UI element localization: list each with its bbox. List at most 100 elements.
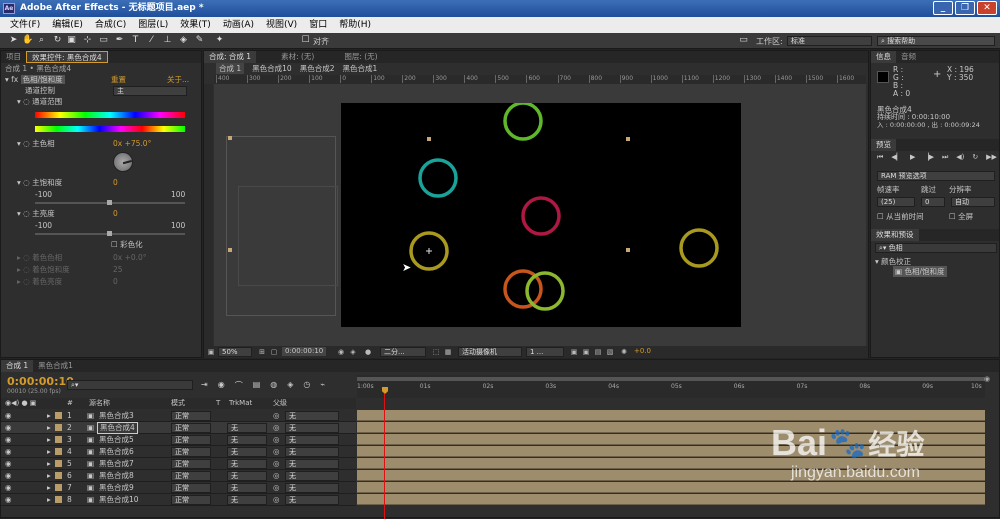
roi-icon[interactable]: ⬚ xyxy=(432,348,440,356)
expand-arrow-icon[interactable]: ▸ xyxy=(47,446,51,458)
mode-select[interactable]: 正常 xyxy=(171,495,211,505)
layer-name[interactable]: 黑色合成8 xyxy=(99,470,134,482)
from-current-checkbox[interactable]: ☐ 从当前时间 xyxy=(877,211,924,222)
tab-layer[interactable]: 图层: (无) xyxy=(339,51,382,63)
layer-row[interactable]: ◉ ▸ 5 ▣ 黑色合成7 正常 无 ◎ 无 xyxy=(1,458,356,470)
ring-lime[interactable] xyxy=(525,271,565,311)
fps-select[interactable]: (25) xyxy=(877,197,915,207)
tab-effect-controls[interactable]: 效果控件: 黑色合成4 xyxy=(26,51,108,63)
hue-dial[interactable] xyxy=(113,152,133,172)
mask-tool-icon[interactable]: ▭ xyxy=(98,35,109,46)
layer-row[interactable]: ◉ ▸ 8 ▣ 黑色合成10 正常 无 ◎ 无 xyxy=(1,494,356,506)
grid-icon[interactable]: ⊞ xyxy=(258,348,266,356)
pan-behind-tool-icon[interactable]: ⊹ xyxy=(82,35,93,46)
crumb-4[interactable]: 黑色合成1 xyxy=(342,63,377,74)
eye-icon[interactable]: ◉ xyxy=(5,494,12,506)
last-frame-icon[interactable]: ⏭ xyxy=(942,153,948,163)
snap-checkbox[interactable]: ☐ xyxy=(300,35,311,46)
timeline-timecode[interactable]: 0:00:00:10 xyxy=(7,375,74,388)
selection-tool-icon[interactable]: ➤ xyxy=(8,35,19,46)
sat-slider[interactable] xyxy=(35,200,185,205)
mode-select[interactable]: 正常 xyxy=(171,471,211,481)
eye-icon[interactable]: ◉ xyxy=(5,470,12,482)
parent-select[interactable]: 无 xyxy=(285,435,339,445)
master-hue-value[interactable]: 0x +75.0° xyxy=(113,138,151,149)
layer-row[interactable]: ◉ ▸ 6 ▣ 黑色合成8 正常 无 ◎ 无 xyxy=(1,470,356,482)
ring-teal[interactable] xyxy=(418,158,458,198)
layer-handle[interactable] xyxy=(228,136,232,140)
mode-select[interactable]: 正常 xyxy=(171,459,211,469)
puppet-tool-icon[interactable]: ✦ xyxy=(214,35,225,46)
light-slider[interactable] xyxy=(35,231,185,236)
menu-edit[interactable]: 编辑(E) xyxy=(46,17,89,33)
expand-arrow-icon[interactable]: ▸ xyxy=(47,410,51,422)
mode-select[interactable]: 正常 xyxy=(171,411,211,421)
pickwhip-icon[interactable]: ◎ xyxy=(273,470,280,482)
eye-icon[interactable]: ◉ xyxy=(5,458,12,470)
effects-search-input[interactable]: ⌕▾ 色相 xyxy=(875,243,997,253)
exposure-value[interactable]: +0.0 xyxy=(634,347,651,355)
master-sat-value[interactable]: 0 xyxy=(113,177,118,188)
trkmat-select[interactable]: 无 xyxy=(227,459,267,469)
eye-icon[interactable]: ◉ xyxy=(5,434,12,446)
parent-select[interactable]: 无 xyxy=(285,495,339,505)
mode-select[interactable]: 正常 xyxy=(171,483,211,493)
expand-arrow-icon[interactable]: ▸ xyxy=(47,494,51,506)
parent-select[interactable]: 无 xyxy=(285,483,339,493)
tab-black-comp1-timeline[interactable]: 黑色合成1 xyxy=(33,360,78,372)
effect-name[interactable]: 色相/饱和度 xyxy=(20,75,65,84)
menu-animation[interactable]: 动画(A) xyxy=(217,17,260,33)
menu-view[interactable]: 视图(V) xyxy=(260,17,303,33)
ram-preview-icon[interactable]: ▶▶ xyxy=(986,153,997,163)
selection-handle[interactable] xyxy=(626,248,630,252)
pasteboard[interactable]: ➤ xyxy=(214,84,866,346)
flowchart-icon[interactable]: ▧ xyxy=(606,348,614,356)
tab-effects-presets[interactable]: 效果和预设 xyxy=(871,229,919,241)
layer-row[interactable]: ◉ ▸ 3 ▣ 黑色合成5 正常 无 ◎ 无 xyxy=(1,434,356,446)
layer-name[interactable]: 黑色合成9 xyxy=(99,482,134,494)
pickwhip-icon[interactable]: ◎ xyxy=(273,494,280,506)
layer-name[interactable]: 黑色合成7 xyxy=(99,458,134,470)
shy-icon[interactable]: ⌒ xyxy=(235,380,243,390)
time-ruler[interactable]: 1:00s 01s 02s 03s 04s 05s 06s 07s 08s 09s 10s xyxy=(357,375,985,398)
label-color[interactable] xyxy=(55,484,62,491)
tab-comp1-timeline[interactable]: 合成 1 xyxy=(1,360,34,372)
playhead-line[interactable] xyxy=(384,394,385,519)
rotate-tool-icon[interactable]: ↻ xyxy=(52,35,63,46)
layer-row[interactable]: ◉ ▸ 4 ▣ 黑色合成6 正常 无 ◎ 无 xyxy=(1,446,356,458)
pickwhip-icon[interactable]: ◎ xyxy=(273,458,280,470)
eye-icon[interactable]: ◉ xyxy=(5,410,12,422)
loop-icon[interactable]: ↻ xyxy=(972,153,978,163)
mode-select[interactable]: 正常 xyxy=(171,447,211,457)
safe-margins-icon[interactable]: ▢ xyxy=(270,348,278,356)
restore-button[interactable]: ❐ xyxy=(955,1,975,15)
parent-select[interactable]: 无 xyxy=(285,423,339,433)
menu-effect[interactable]: 效果(T) xyxy=(174,17,217,33)
snapshot-icon[interactable]: ◉ xyxy=(337,348,345,356)
expand-arrow-icon[interactable]: ▸ xyxy=(47,458,51,470)
ring-green[interactable] xyxy=(503,101,543,141)
first-frame-icon[interactable]: ⏮ xyxy=(877,153,883,163)
mute-icon[interactable]: ◀) xyxy=(956,153,964,163)
tab-preview[interactable]: 预览 xyxy=(871,139,896,151)
ring-red[interactable] xyxy=(521,196,561,236)
graph-editor-icon[interactable]: ⌁ xyxy=(320,380,325,390)
clone-tool-icon[interactable]: ⊥ xyxy=(162,35,173,46)
selection-handle[interactable] xyxy=(427,137,431,141)
eye-icon[interactable]: ◉ xyxy=(5,422,12,434)
expand-arrow-icon[interactable]: ▸ xyxy=(47,434,51,446)
brush-tool-icon[interactable]: ⁄ xyxy=(146,35,157,46)
effects-item[interactable]: ▣ 色相/饱和度 xyxy=(893,266,947,277)
tab-audio[interactable]: 音频 xyxy=(896,51,921,63)
pickwhip-icon[interactable]: ◎ xyxy=(273,422,280,434)
next-frame-icon[interactable]: ▕▶ xyxy=(923,153,934,163)
menu-layer[interactable]: 图层(L) xyxy=(132,17,174,33)
parent-select[interactable]: 无 xyxy=(285,447,339,457)
tab-info[interactable]: 信息 xyxy=(871,51,896,63)
zoom-select[interactable]: 50% xyxy=(218,347,252,357)
camera-tool-icon[interactable]: ▣ xyxy=(66,35,77,46)
tab-project[interactable]: 项目 xyxy=(1,51,26,63)
auto-keyframe-icon[interactable]: ◷ xyxy=(303,380,310,390)
reset-link[interactable]: 重置 xyxy=(111,74,126,85)
trkmat-header[interactable]: TrkMat xyxy=(229,398,252,409)
